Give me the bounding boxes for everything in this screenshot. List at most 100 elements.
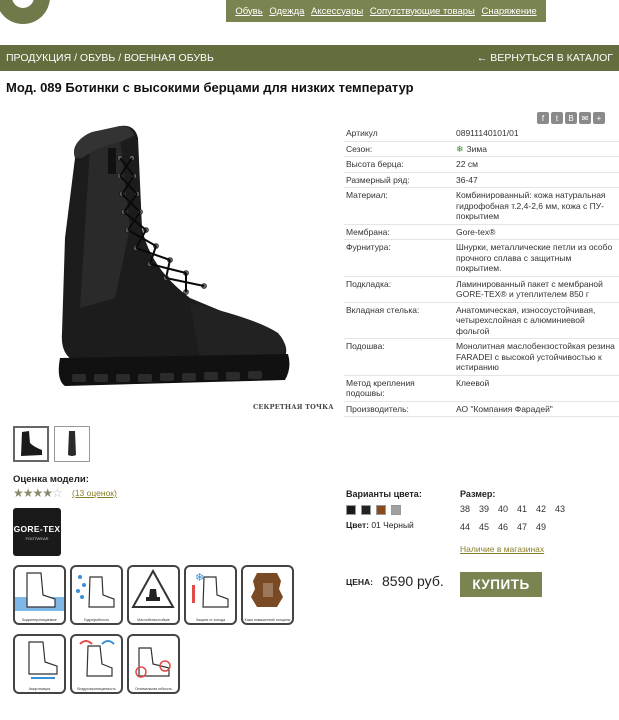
badge-title: GORE-TEX	[13, 523, 61, 534]
spec-key: Мембрана:	[346, 226, 390, 237]
nav-item-related[interactable]: Сопутствующие товары	[370, 6, 475, 17]
spec-value: 36-47	[456, 174, 478, 185]
reviews-link[interactable]: (13 оценок)	[72, 488, 117, 498]
spec-value: Ламинированный пакет с мембраной GORE-TE…	[456, 278, 603, 300]
nav-item-clothing[interactable]: Одежда	[269, 6, 304, 17]
spec-value: Клеевой	[456, 377, 490, 388]
flexibility-icon	[135, 647, 171, 678]
spec-row: Материал: Комбинированный: кожа натуральн…	[344, 188, 619, 225]
spec-value: Анатомическая, износоустойчивая, четырех…	[456, 304, 596, 336]
nav-item-footwear[interactable]: Обувь	[235, 6, 262, 17]
plus-icon[interactable]: +	[593, 112, 605, 124]
waterproof-boot-icon	[15, 572, 64, 611]
feature-cold-protection[interactable]: ❄ Защита от холода	[184, 565, 237, 625]
size-option[interactable]: 41	[517, 504, 529, 514]
size-option[interactable]: 42	[536, 504, 548, 514]
watermark: СЕКРЕТНАЯ ТОЧКА	[253, 403, 334, 411]
feature-flexibility[interactable]: Оптимальная гибкость	[127, 634, 180, 694]
store-availability-link[interactable]: Наличие в магазинах	[460, 544, 544, 554]
price-value: 8590 руб.	[382, 573, 444, 589]
cold-protection-icon: ❄	[192, 571, 229, 608]
thumbnail-2[interactable]	[54, 426, 90, 462]
spec-key: Метод крепления подошвы:	[346, 377, 415, 399]
top-bar: Обувь Одежда Аксессуары Сопутствующие то…	[0, 0, 619, 44]
spec-key: Материал:	[346, 190, 388, 200]
leather-icon	[251, 573, 283, 607]
breadcrumb-bar: ПРОДУКЦИЯ / ОБУВЬ / ВОЕННАЯ ОБУВЬ ← ВЕРН…	[0, 45, 619, 71]
twitter-icon[interactable]: t	[551, 112, 563, 124]
feature-oil-resistant[interactable]: Маслобензостойкие	[127, 565, 180, 625]
spec-key: Подкладка:	[346, 278, 392, 289]
water-repellent-icon	[76, 575, 115, 608]
size-option[interactable]: 38	[460, 504, 472, 514]
buy-button[interactable]: КУПИТЬ	[460, 572, 542, 597]
spec-row: Подошва: Монолитная маслобензостойкая рез…	[344, 339, 619, 376]
feature-caption: Воздухопроницаемость	[77, 687, 116, 691]
size-option[interactable]: 43	[555, 504, 567, 514]
size-label: Размер:	[460, 489, 496, 499]
product-image[interactable]	[20, 118, 310, 418]
size-option[interactable]: 46	[498, 522, 510, 532]
badge-subtitle: FOOTWEAR	[25, 535, 49, 541]
spec-key: Вкладная стелька:	[346, 304, 420, 315]
spec-key: Фурнитура:	[346, 242, 391, 252]
share-icons: f t B ✉ +	[537, 112, 605, 124]
spec-key: Производитель:	[346, 403, 409, 414]
spec-row: Метод крепления подошвы: Клеевой	[344, 376, 619, 402]
size-option[interactable]: 45	[479, 522, 491, 532]
size-option[interactable]: 40	[498, 504, 510, 514]
feature-leather[interactable]: Кожа повышенной толщины	[241, 565, 294, 625]
spec-value: Комбинированный: кожа натуральная гидроф…	[456, 190, 606, 221]
feature-shock-absorption[interactable]: Амортизация	[13, 634, 66, 694]
spec-key: Высота берца:	[346, 159, 404, 169]
shock-absorption-icon	[28, 641, 58, 679]
spec-value: 22 см	[456, 159, 478, 169]
spec-value: Gore-tex®	[456, 226, 496, 237]
stars-filled: ★★★★	[13, 486, 53, 500]
spec-key: Сезон:	[346, 143, 373, 154]
color-swatch-black[interactable]	[346, 505, 356, 515]
nav-item-gear[interactable]: Снаряжение	[481, 6, 536, 17]
nav-item-accessories[interactable]: Аксессуары	[311, 6, 363, 17]
gore-tex-badge: GORE-TEX FOOTWEAR	[13, 508, 61, 556]
spec-key: Размерный ряд:	[346, 174, 410, 185]
color-swatch-black-2[interactable]	[361, 505, 371, 515]
stars-empty: ☆	[52, 486, 63, 500]
size-option[interactable]: 49	[536, 522, 548, 532]
facebook-icon[interactable]: f	[537, 112, 549, 124]
page-title: Мод. 089 Ботинки с высокими берцами для …	[6, 80, 414, 95]
color-swatch-grey[interactable]	[391, 505, 401, 515]
spec-row: Вкладная стелька: Анатомическая, износоус…	[344, 303, 619, 339]
color-swatches	[346, 505, 401, 515]
back-to-catalog-link[interactable]: ← ВЕРНУТЬСЯ В КАТАЛОГ	[477, 52, 613, 64]
boot-side-thumbnail-icon	[68, 431, 76, 456]
feature-water-repellent[interactable]: Гидрофобность	[70, 565, 123, 625]
feature-caption: Маслобензостойкие	[137, 618, 170, 622]
vk-icon[interactable]: B	[565, 112, 577, 124]
size-option[interactable]: 44	[460, 522, 472, 532]
spec-table: Артикул 08911140101/01 Сезон: ❄ Зима Высота…	[344, 126, 619, 417]
svg-text:❄: ❄	[195, 571, 204, 584]
spec-value: АО "Компания Фарадей"	[456, 403, 553, 414]
color-prefix: Цвет:	[346, 520, 369, 530]
size-list: 38 39 40 41 42 43 44 45 46 47 49	[460, 504, 580, 532]
main-menu: Обувь Одежда Аксессуары Сопутствующие то…	[226, 0, 546, 22]
thumbnail-1[interactable]	[13, 426, 49, 462]
spec-row: Сезон: ❄ Зима	[344, 142, 619, 157]
price-label: ЦЕНА:	[346, 577, 373, 587]
season-value: Зима	[466, 143, 487, 154]
feature-breathability[interactable]: Воздухопроницаемость	[70, 634, 123, 694]
spec-row: Высота берца: 22 см	[344, 157, 619, 173]
email-icon[interactable]: ✉	[579, 112, 591, 124]
feature-waterproof[interactable]: Водонепроницаемые	[13, 565, 66, 625]
color-variants-label: Варианты цвета:	[346, 489, 422, 499]
size-option[interactable]: 47	[517, 522, 529, 532]
size-option[interactable]: 39	[479, 504, 491, 514]
color-value: 01 Черный	[371, 520, 414, 530]
spec-row: Фурнитура: Шнурки, металлические петли из…	[344, 240, 619, 277]
oil-resistant-icon	[131, 568, 175, 608]
feature-caption: Водонепроницаемые	[22, 618, 57, 622]
feature-caption: Оптимальная гибкость	[134, 687, 173, 691]
breadcrumb[interactable]: ПРОДУКЦИЯ / ОБУВЬ / ВОЕННАЯ ОБУВЬ	[6, 52, 214, 64]
color-swatch-brown[interactable]	[376, 505, 386, 515]
